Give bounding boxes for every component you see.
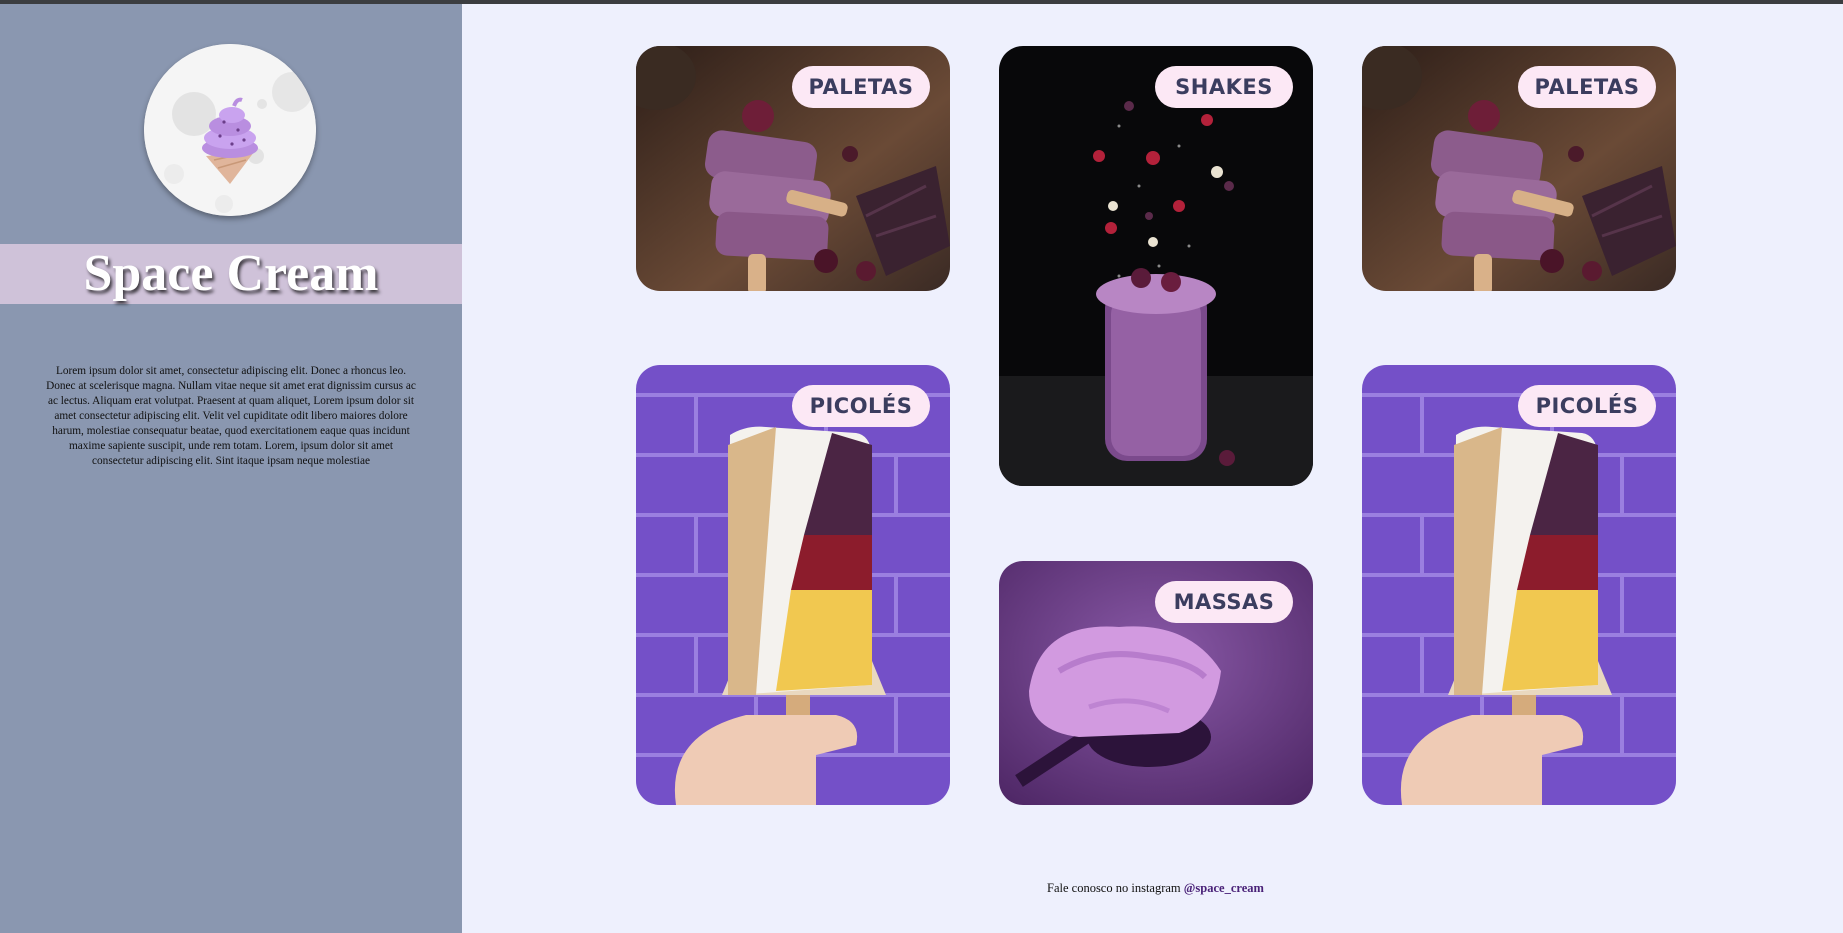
category-card-paletas[interactable]: PALETAS	[636, 46, 950, 291]
category-label-picoles: PICOLÉS	[1518, 385, 1656, 427]
ice-cream-logo	[144, 44, 316, 216]
category-label-picoles: PICOLÉS	[792, 385, 930, 427]
site-title: Space Cream	[83, 245, 379, 302]
category-card-picoles[interactable]: PICOLÉS	[636, 365, 950, 805]
category-label-massas: MASSAS	[1155, 581, 1293, 623]
category-card-paletas-2[interactable]: PALETAS	[1362, 46, 1676, 291]
category-card-shakes[interactable]: SHAKES	[999, 46, 1313, 486]
category-label-paletas: PALETAS	[792, 66, 930, 108]
category-card-picoles-2[interactable]: PICOLÉS	[1362, 365, 1676, 805]
sidebar: Space Cream Lorem ipsum dolor sit amet, …	[0, 4, 462, 933]
popsicle-brick-image	[1362, 365, 1676, 805]
footer-text: Fale conosco no instagram	[1047, 881, 1181, 895]
category-label-paletas: PALETAS	[1518, 66, 1656, 108]
category-card-massas[interactable]: MASSAS	[999, 561, 1313, 805]
footer-contact: Fale conosco no instagram @space_cream	[1047, 881, 1264, 896]
title-band: Space Cream	[0, 244, 462, 304]
instagram-link[interactable]: @space_cream	[1184, 881, 1264, 895]
brand-description: Lorem ipsum dolor sit amet, consectetur …	[46, 365, 416, 468]
shake-image	[999, 46, 1313, 486]
category-label-shakes: SHAKES	[1155, 66, 1293, 108]
popsicle-brick-image	[636, 365, 950, 805]
